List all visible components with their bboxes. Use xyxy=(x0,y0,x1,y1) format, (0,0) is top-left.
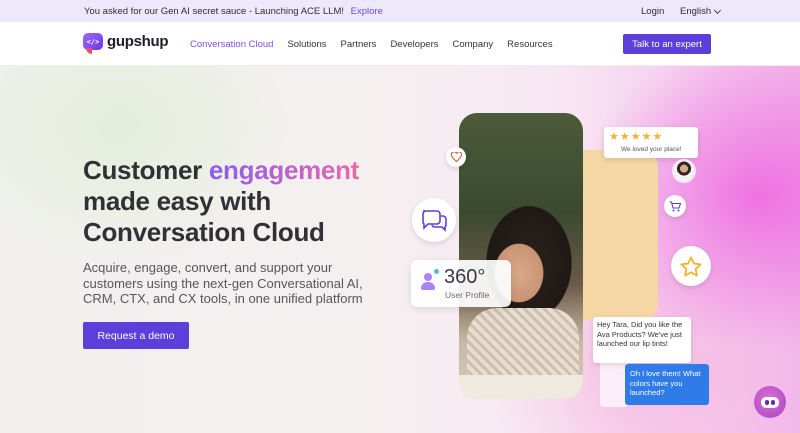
logo-mark-icon: </> xyxy=(83,33,103,54)
nav-item-developers[interactable]: Developers xyxy=(390,39,438,50)
announcement-text: You asked for our Gen AI secret sauce - … xyxy=(84,6,344,17)
incoming-message: Hey Tara, Did you like the Ava Products?… xyxy=(593,317,691,363)
chat-bubbles-icon xyxy=(412,198,456,242)
nav-item-company[interactable]: Company xyxy=(453,39,494,50)
star-rating: ★★★★★ xyxy=(609,131,664,143)
nav-item-resources[interactable]: Resources xyxy=(507,39,552,50)
user-icon xyxy=(421,273,435,291)
cart-icon xyxy=(664,195,686,217)
profile-value: 360° xyxy=(444,266,486,288)
nav-item-solutions[interactable]: Solutions xyxy=(287,39,326,50)
outgoing-message: Oh I love them! What colors have you lau… xyxy=(625,364,709,405)
photo-table xyxy=(459,375,583,399)
user-icon-body xyxy=(421,282,435,290)
hero-subtext: Acquire, engage, convert, and support yo… xyxy=(83,260,363,306)
review-text: We loved your place! xyxy=(621,146,682,153)
chatbot-icon xyxy=(761,396,779,408)
star-icon xyxy=(671,246,711,286)
login-link[interactable]: Login xyxy=(641,6,664,17)
heart-icon xyxy=(446,147,466,167)
chatbot-launcher[interactable] xyxy=(754,386,786,418)
photo-shirt xyxy=(467,308,579,378)
explore-link[interactable]: Explore xyxy=(351,6,383,17)
nav-item-conversation-cloud[interactable]: Conversation Cloud xyxy=(190,39,273,50)
language-selector[interactable]: English xyxy=(680,6,722,17)
chevron-down-icon xyxy=(714,6,722,14)
user-icon-head xyxy=(424,273,432,281)
headline-line-2: made easy with xyxy=(83,186,271,216)
review-card: ★★★★★ We loved your place! xyxy=(604,127,698,158)
profile-label: User Profile xyxy=(445,290,490,300)
headline-line-3: Conversation Cloud xyxy=(83,217,325,247)
nav-item-partners[interactable]: Partners xyxy=(341,39,377,50)
talk-to-expert-button[interactable]: Talk to an expert xyxy=(623,34,711,54)
nav-menu: Conversation Cloud Solutions Partners De… xyxy=(190,39,553,50)
announcement-bar: You asked for our Gen AI secret sauce - … xyxy=(0,0,800,22)
user-profile-card: 360° User Profile xyxy=(411,260,511,307)
logo[interactable]: </> gupshup xyxy=(83,33,169,54)
headline-part-1: Customer xyxy=(83,155,209,185)
main-nav: </> gupshup Conversation Cloud Solutions… xyxy=(0,22,800,66)
headline-accent: engagement xyxy=(208,155,360,185)
hero-photo xyxy=(459,113,583,399)
avatar xyxy=(672,159,696,183)
status-dot xyxy=(434,269,439,274)
language-label: English xyxy=(680,6,712,17)
logo-text: gupshup xyxy=(107,33,169,50)
announcement: You asked for our Gen AI secret sauce - … xyxy=(84,6,383,17)
hero-headline: Customer engagement made easy with Conve… xyxy=(83,155,359,248)
request-demo-button[interactable]: Request a demo xyxy=(83,322,189,349)
